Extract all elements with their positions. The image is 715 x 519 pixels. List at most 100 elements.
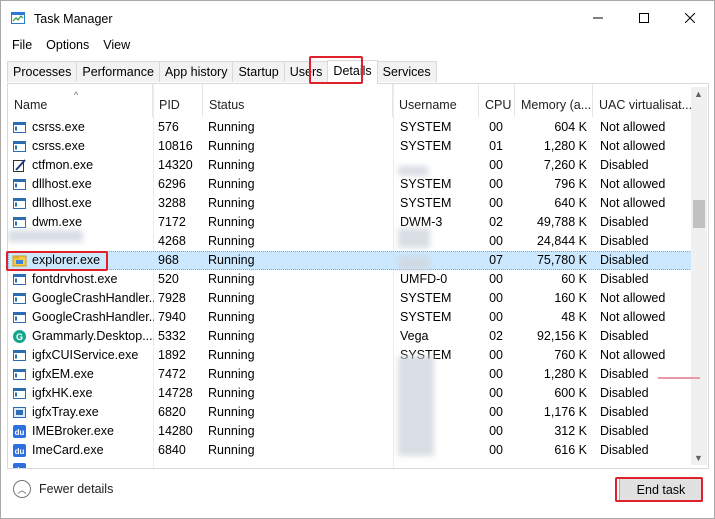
tab-performance[interactable]: Performance — [76, 61, 160, 82]
table-row[interactable]: dllhost.exe 6296 Running SYSTEM 00 796 K Not a… — [8, 175, 692, 194]
table-row[interactable]: G Grammarly.Desktop.... 5332 Running Vega 02 9… — [8, 327, 692, 346]
cell-name: igfxTray.exe — [32, 405, 99, 419]
cell-uac: Disabled — [600, 405, 649, 419]
cell-pid: 7940 — [158, 310, 186, 324]
column-header-uac[interactable]: UAC virtualisat... — [593, 84, 692, 117]
column-header-cpu[interactable]: CPU — [479, 84, 515, 117]
table-row[interactable]: igfxCUIService.exe 1892 Running SYSTEM 00 760… — [8, 346, 692, 365]
menu-options[interactable]: Options — [46, 36, 89, 58]
cell-pid: 10816 — [158, 139, 193, 153]
cell-pid: 14320 — [158, 158, 193, 172]
svg-text:du: du — [15, 466, 25, 469]
cell-pid: 4268 — [158, 234, 186, 248]
table-row[interactable]: 4268 Running 00 24,844 K Disabled — [8, 232, 692, 251]
table-row[interactable]: du — [8, 460, 692, 469]
table-row[interactable]: dllhost.exe 3288 Running SYSTEM 00 640 K Not a… — [8, 194, 692, 213]
title-bar[interactable]: Task Manager — [1, 1, 714, 35]
column-username-label: Username — [399, 98, 457, 112]
scroll-thumb[interactable] — [693, 200, 705, 228]
column-header-status[interactable]: Status — [203, 84, 393, 117]
tab-services[interactable]: Services — [376, 61, 437, 82]
maximize-button[interactable] — [621, 1, 667, 35]
menu-view[interactable]: View — [103, 36, 130, 58]
cell-uac: Not allowed — [600, 139, 666, 153]
window-icon — [12, 348, 27, 363]
minimize-button[interactable] — [575, 1, 621, 35]
cell-memory: 160 K — [554, 291, 587, 305]
cell-cpu: 00 — [489, 424, 503, 438]
fewer-details-button[interactable]: ︿ Fewer details — [13, 480, 113, 498]
column-pid-label: PID — [159, 98, 180, 112]
cell-pid: 6840 — [158, 443, 186, 457]
cell-cpu: 00 — [489, 386, 503, 400]
table-row[interactable]: ctfmon.exe 14320 Running 00 7,260 K Disabled — [8, 156, 692, 175]
cell-status: Running — [208, 329, 255, 343]
cell-name: Grammarly.Desktop.... — [32, 329, 154, 343]
cell-name: GoogleCrashHandler... — [32, 310, 154, 324]
table-row[interactable]: igfxEM.exe 7472 Running 00 1,280 K Disabled — [8, 365, 692, 384]
table-row[interactable]: dwm.exe 7172 Running DWM-3 02 49,788 K Disable… — [8, 213, 692, 232]
table-row[interactable]: igfxHK.exe 14728 Running 00 600 K Disabled — [8, 384, 692, 403]
vertical-scrollbar[interactable]: ▲ ▼ — [691, 87, 707, 465]
table-row[interactable]: du IMEBroker.exe 14280 Running 00 312 K Disabl… — [8, 422, 692, 441]
menu-file[interactable]: File — [12, 36, 32, 58]
fewer-details-label: Fewer details — [39, 482, 114, 496]
cell-uac: Disabled — [600, 424, 649, 438]
table-row-selected[interactable]: explorer.exe 968 Running 07 75,780 K Disabled — [8, 251, 692, 270]
table-row[interactable]: igfxTray.exe 6820 Running 00 1,176 K Disabled — [8, 403, 692, 422]
cell-uac: Disabled — [600, 386, 649, 400]
window-icon — [12, 177, 27, 192]
cell-uac: Disabled — [600, 329, 649, 343]
close-button[interactable] — [667, 1, 713, 35]
window-title: Task Manager — [34, 12, 113, 26]
table-row[interactable]: fontdrvhost.exe 520 Running UMFD-0 00 60 K Dis… — [8, 270, 692, 289]
cell-status: Running — [208, 310, 255, 324]
cell-status: Running — [208, 196, 255, 210]
scroll-down-icon[interactable]: ▼ — [694, 453, 703, 463]
cell-memory: 49,788 K — [536, 215, 587, 229]
cell-memory: 60 K — [561, 272, 587, 286]
cell-cpu: 00 — [489, 196, 503, 210]
cell-uac: Not allowed — [600, 291, 666, 305]
cell-memory: 616 K — [554, 443, 587, 457]
blurred-region — [398, 256, 430, 270]
table-row[interactable]: GoogleCrashHandler... 7940 Running SYSTEM 00… — [8, 308, 692, 327]
du-icon: du — [12, 443, 27, 458]
process-table-body: csrss.exe 576 Running SYSTEM 00 604 K Not allo… — [8, 118, 692, 469]
cell-status: Running — [208, 348, 255, 362]
column-header-memory[interactable]: Memory (a... — [515, 84, 593, 117]
window-icon — [12, 196, 27, 211]
table-row[interactable]: GoogleCrashHandler... 7928 Running SYSTEM 00… — [8, 289, 692, 308]
cell-cpu: 00 — [489, 291, 503, 305]
column-header-username[interactable]: Username — [393, 84, 479, 117]
tab-app-history[interactable]: App history — [158, 61, 234, 82]
column-header-name[interactable]: Name — [8, 84, 153, 117]
cell-cpu: 07 — [489, 253, 503, 267]
cell-pid: 6820 — [158, 405, 186, 419]
tab-processes[interactable]: Processes — [7, 61, 78, 82]
cell-status: Running — [208, 253, 255, 267]
blurred-region — [398, 166, 428, 176]
cell-status: Running — [208, 443, 255, 457]
table-row[interactable]: csrss.exe 10816 Running SYSTEM 01 1,280 K Not … — [8, 137, 692, 156]
cell-memory: 600 K — [554, 386, 587, 400]
scroll-up-icon[interactable]: ▲ — [694, 89, 703, 99]
blurred-region — [8, 230, 83, 242]
tab-startup[interactable]: Startup — [232, 61, 285, 82]
cell-name: csrss.exe — [32, 120, 85, 134]
du-icon: du — [12, 462, 27, 469]
window-icon — [12, 291, 27, 306]
cell-uac: Disabled — [600, 215, 649, 229]
sort-ascending-icon: ^ — [74, 90, 79, 100]
column-header-pid[interactable]: PID — [153, 84, 203, 117]
table-row[interactable]: csrss.exe 576 Running SYSTEM 00 604 K Not allo… — [8, 118, 692, 137]
cell-name: IMEBroker.exe — [32, 424, 114, 438]
cell-name: dllhost.exe — [32, 177, 92, 191]
cell-pid: 14728 — [158, 386, 193, 400]
cell-username: SYSTEM — [400, 196, 452, 210]
table-row[interactable]: du ImeCard.exe 6840 Running 00 616 K Disabled — [8, 441, 692, 460]
cell-pid: 6296 — [158, 177, 186, 191]
cell-memory: 312 K — [554, 424, 587, 438]
maximize-icon — [639, 13, 649, 23]
cell-cpu: 00 — [489, 158, 503, 172]
